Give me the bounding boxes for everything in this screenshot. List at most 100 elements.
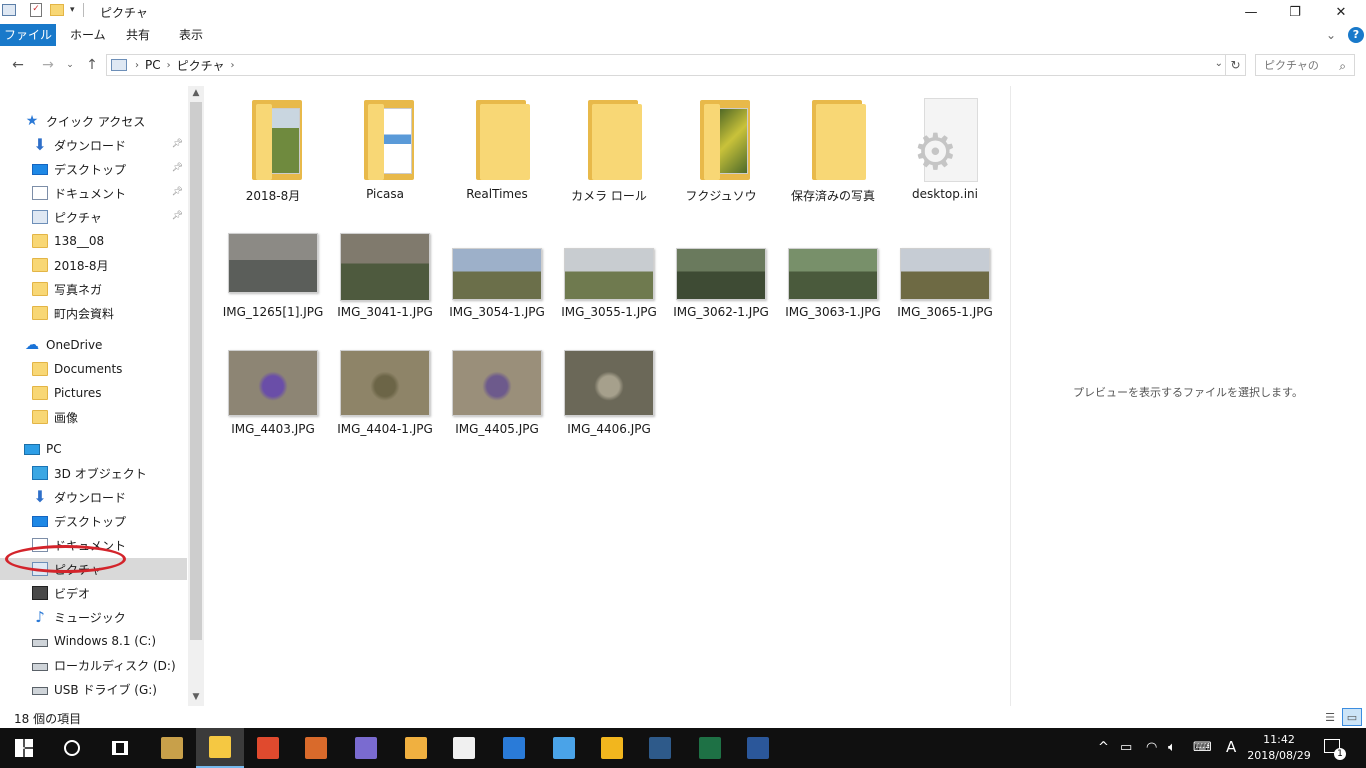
sidebar-item[interactable]: デスクトップ [0, 510, 187, 532]
breadcrumb-separator[interactable]: › [135, 60, 139, 71]
scrollbar-thumb[interactable] [190, 102, 202, 640]
address-bar[interactable]: › PC › ピクチャ › ⌄ [106, 54, 1226, 76]
sidebar-item[interactable]: 138__08 [0, 230, 187, 252]
forward-button[interactable]: → [38, 54, 58, 76]
sidebar-item[interactable]: ★ クイック アクセス [0, 110, 187, 132]
image-file-tile[interactable]: IMG_3054-1.JPG [442, 226, 552, 326]
customize-toolbar-icon[interactable]: ▾ [70, 5, 75, 15]
recent-locations-button[interactable]: ⌄ [60, 54, 80, 76]
sidebar-item[interactable]: ☁ OneDrive [0, 334, 187, 356]
scroll-up-arrow[interactable]: ▲ [188, 86, 204, 100]
sidebar-item-label: ミュージック [54, 610, 126, 625]
volume-icon[interactable]: 🔈︎ [1168, 740, 1176, 755]
search-input[interactable]: ピクチャの ⌕ [1255, 54, 1355, 76]
scroll-down-arrow[interactable]: ▼ [188, 690, 204, 704]
sidebar-item[interactable]: Pictures [0, 382, 187, 404]
sidebar-item[interactable]: Documents [0, 358, 187, 380]
keyboard-icon[interactable]: ⌨ [1193, 740, 1212, 755]
clock[interactable]: 11:42 2018/08/29 [1244, 732, 1314, 764]
new-folder-icon[interactable] [50, 4, 64, 16]
sidebar-item[interactable]: Windows 8.1 (C:) [0, 630, 187, 652]
ime-indicator[interactable]: A [1226, 738, 1236, 756]
image-file-tile[interactable]: IMG_3065-1.JPG [890, 226, 1000, 326]
ribbon-expand-button[interactable]: ⌄ [1316, 24, 1346, 46]
image-file-tile[interactable]: IMG_4404-1.JPG [330, 344, 440, 444]
window-icon[interactable] [2, 4, 16, 16]
large-icons-view-button[interactable]: ▭ [1342, 708, 1362, 726]
store-icon[interactable] [244, 728, 292, 768]
up-button[interactable]: ↑ [82, 54, 102, 76]
show-hidden-icons[interactable]: ^ [1098, 740, 1109, 755]
sidebar-item[interactable]: デスクトップ 📌︎ [0, 158, 187, 180]
wifi-icon[interactable]: ◠ [1146, 740, 1157, 755]
sidebar-item[interactable]: 町内会資料 [0, 302, 187, 324]
start-icon[interactable] [0, 728, 48, 768]
folder-tile[interactable]: Picasa [330, 94, 440, 204]
sidebar-item[interactable]: ⬇ ダウンロード 📌︎ [0, 134, 187, 156]
image-file-tile[interactable]: IMG_3041-1.JPG [330, 226, 440, 326]
app-yellow-icon[interactable] [588, 728, 636, 768]
file-explorer-icon[interactable] [196, 728, 244, 768]
image-file-tile[interactable]: IMG_3055-1.JPG [554, 226, 664, 326]
ie-icon[interactable] [540, 728, 588, 768]
word-icon[interactable] [734, 728, 782, 768]
sidebar-item[interactable]: 写真ネガ [0, 278, 187, 300]
search-icon[interactable] [48, 728, 96, 768]
search-icon[interactable]: ⌕ [1339, 59, 1346, 74]
sidebar-item[interactable]: PC [0, 438, 187, 460]
task-view-icon[interactable] [96, 728, 144, 768]
back-button[interactable]: ← [8, 54, 28, 76]
folder-tile[interactable]: RealTimes [442, 94, 552, 204]
help-icon[interactable]: ? [1348, 27, 1364, 43]
maximize-button[interactable]: ❐ [1272, 0, 1318, 24]
folder-tile[interactable]: 保存済みの写真 [778, 94, 888, 204]
excel-icon[interactable] [686, 728, 734, 768]
sidebar-item[interactable]: ⬇ ダウンロード [0, 486, 187, 508]
tab-share[interactable]: 共有 [116, 24, 160, 46]
minimize-button[interactable]: — [1228, 0, 1274, 24]
address-dropdown-icon[interactable]: ⌄ [1215, 58, 1223, 69]
sidebar-item[interactable]: ピクチャ 📌︎ [0, 206, 187, 228]
image-file-tile[interactable]: IMG_3063-1.JPG [778, 226, 888, 326]
app-dark-icon[interactable] [636, 728, 684, 768]
file-tile[interactable]: ⚙ desktop.ini [890, 94, 1000, 204]
sidebar-item[interactable]: ドキュメント 📌︎ [0, 182, 187, 204]
tab-home[interactable]: ホーム [60, 24, 116, 46]
sidebar-item[interactable]: 画像 [0, 406, 187, 428]
image-file-tile[interactable]: IMG_4405.JPG [442, 344, 552, 444]
image-file-tile[interactable]: IMG_4406.JPG [554, 344, 664, 444]
folder-tile[interactable]: カメラ ロール [554, 94, 664, 204]
sidebar-item[interactable]: ♪ ミュージック [0, 606, 187, 628]
tile-label: IMG_3041-1.JPG [337, 305, 433, 319]
sidebar-item[interactable]: ローカルディスク (D:) [0, 654, 187, 676]
folder-tile[interactable]: フクジュソウ [666, 94, 776, 204]
palette-icon[interactable] [392, 728, 440, 768]
toolbox-icon[interactable] [292, 728, 340, 768]
sidebar-item[interactable]: 3D オブジェクト [0, 462, 187, 484]
folder-tile[interactable]: 2018-8月 [218, 94, 328, 204]
photo-app-icon[interactable] [148, 728, 196, 768]
tab-view[interactable]: 表示 [169, 24, 213, 46]
sidebar-item[interactable]: ビデオ [0, 582, 187, 604]
sticky-notes-icon[interactable] [440, 728, 488, 768]
properties-icon[interactable]: ✓ [30, 3, 42, 17]
breadcrumb-separator[interactable]: › [231, 60, 235, 71]
paint-icon[interactable] [342, 728, 390, 768]
refresh-button[interactable]: ↻ [1226, 54, 1246, 76]
breadcrumb-pictures[interactable]: ピクチャ [177, 57, 225, 74]
tab-file[interactable]: ファイル [0, 24, 56, 46]
ie-glyph [553, 737, 575, 759]
image-file-tile[interactable]: IMG_3062-1.JPG [666, 226, 776, 326]
image-file-tile[interactable]: IMG_4403.JPG [218, 344, 328, 444]
details-view-button[interactable]: ☰ [1320, 708, 1340, 726]
battery-icon[interactable]: ▭ [1120, 740, 1132, 755]
close-button[interactable]: ✕ [1318, 0, 1364, 24]
image-file-tile[interactable]: IMG_1265[1].JPG [218, 226, 328, 326]
breadcrumb-pc[interactable]: PC [145, 58, 161, 72]
navigation-pane-scrollbar[interactable]: ▲ ▼ [188, 86, 204, 706]
edge-icon[interactable] [490, 728, 538, 768]
sidebar-item[interactable]: 2018-8月 [0, 254, 187, 276]
breadcrumb-separator[interactable]: › [167, 60, 171, 71]
sidebar-item[interactable]: USB ドライブ (G:) [0, 678, 187, 700]
pin-icon: 📌︎ [171, 139, 183, 149]
